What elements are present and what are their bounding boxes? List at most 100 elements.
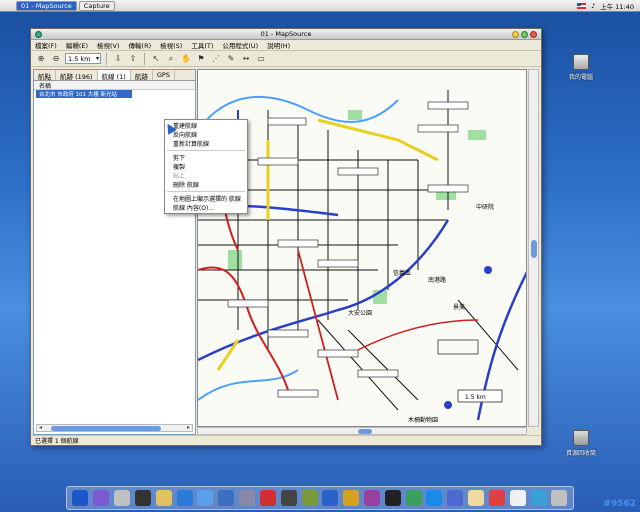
maximize-button[interactable] (521, 30, 528, 38)
app-icon[interactable] (364, 490, 380, 506)
route-shield-icon (444, 401, 452, 409)
clock[interactable]: 上午 11:40 (600, 1, 634, 11)
list-item-selected[interactable]: 台北市 市政府 101 大樓 新光站 (36, 90, 132, 98)
map-vertical-scrollbar[interactable] (528, 69, 539, 427)
recycle-bin-icon[interactable]: 資源回收筒 (556, 430, 606, 457)
measure-tool-icon[interactable]: ▭ (255, 53, 267, 65)
toolbar: ⊕ ⊖ 1.5 km ⇩ ⇧ ↖ ⌕ ✋ ⚑ ⋰ ✎ ↔ ▭ (31, 51, 541, 67)
quicktime-icon[interactable] (218, 490, 235, 506)
map-label: 景美 (453, 304, 466, 311)
trash-dock-icon[interactable] (551, 490, 568, 506)
scroll-thumb[interactable] (531, 240, 537, 258)
iphoto-icon[interactable] (155, 490, 172, 506)
status-bar: 已選擇 1 個航線 (31, 435, 541, 445)
calendar-icon[interactable] (488, 490, 505, 506)
menu-view[interactable]: 檢視(V) (97, 40, 120, 50)
distance-tool-icon[interactable]: ↔ (240, 53, 252, 65)
send-to-device-icon[interactable]: ⇧ (127, 53, 139, 65)
menu-item-paste: 貼上 (173, 173, 186, 180)
clock-icon[interactable] (509, 490, 526, 506)
menu-item-cut[interactable]: 剪下 (165, 153, 247, 162)
toolbar-separator (144, 52, 145, 65)
preview-icon[interactable] (114, 490, 131, 506)
map-label: 木柵動物園 (408, 417, 439, 424)
imovie-icon[interactable] (134, 490, 151, 506)
hand-tool-icon[interactable]: ✋ (180, 53, 192, 65)
menu-item-recalc-route[interactable]: 重新計算航線 (165, 139, 247, 148)
waypoint-tool-icon[interactable]: ⚑ (195, 53, 207, 65)
map-label: 大安公園 (348, 310, 373, 317)
menu-item-delete-route[interactable]: 刪除 航線 (165, 180, 247, 189)
tab-tracks[interactable]: 航跡 (196) (56, 70, 98, 81)
taskbar-tab-capture[interactable]: Capture (78, 0, 115, 11)
route-label-boxes (227, 101, 469, 398)
scroll-right-icon[interactable]: ▸ (187, 424, 190, 431)
info-icon[interactable] (426, 490, 443, 506)
my-computer-icon[interactable]: 我的電腦 (556, 54, 606, 81)
menu-item-rebuild-route[interactable]: 重建航線 (165, 121, 247, 130)
script-icon[interactable] (343, 490, 360, 506)
taskbar-tab-mapsource[interactable]: 01 - MapSource (16, 0, 77, 11)
menu-help[interactable]: 說明(H) (267, 40, 290, 50)
scroll-left-icon[interactable]: ◂ (39, 424, 42, 431)
zoom-in-icon[interactable]: ⊕ (35, 53, 47, 65)
menu-transfer[interactable]: 傳輸(R) (129, 40, 152, 50)
scroll-thumb[interactable] (358, 429, 372, 434)
mapsource-app-icon (35, 30, 42, 38)
menu-item-properties[interactable]: 航線 內容(O)... (165, 203, 247, 212)
window-titlebar[interactable]: 01 - MapSource (31, 29, 541, 40)
zoom-tool-icon[interactable]: ⌕ (165, 53, 177, 65)
tab-routes[interactable]: 航線 (1) (97, 70, 131, 81)
menu-utilities[interactable]: 公用程式(U) (222, 40, 258, 50)
menu-edit[interactable]: 編輯(E) (66, 40, 88, 50)
zoom-select[interactable]: 1.5 km (65, 53, 101, 64)
watermark-text: #9562 (603, 499, 636, 509)
app-icon[interactable] (384, 490, 401, 506)
map-label: 中研院 (476, 204, 495, 211)
us-flag-icon[interactable] (577, 2, 587, 9)
info-box (437, 339, 479, 355)
panel-horizontal-scrollbar[interactable]: ◂ ▸ (36, 424, 193, 432)
dvd-icon[interactable] (280, 490, 297, 506)
speaker-icon[interactable]: ♪ (591, 2, 595, 10)
app-icon[interactable] (405, 490, 422, 506)
tab-gps[interactable]: GPS (153, 70, 175, 80)
recycle-bin-label: 資源回收筒 (565, 450, 596, 457)
track-tool-icon[interactable]: ✎ (225, 53, 237, 65)
route-tool-icon[interactable]: ⋰ (210, 53, 222, 65)
finder-icon[interactable] (72, 490, 89, 506)
menu-tools[interactable]: 工具(T) (191, 40, 213, 50)
minimize-button[interactable] (512, 30, 519, 38)
menu-separator (167, 191, 245, 192)
mapsource-window: 01 - MapSource 檔案(F) 編輯(E) 檢視(V) 傳輸(R) 檢… (30, 28, 542, 446)
mail-icon[interactable] (93, 490, 110, 506)
safari-icon[interactable] (197, 490, 214, 506)
menu-item-reverse-route[interactable]: 反向航線 (165, 130, 247, 139)
select-tool-icon[interactable]: ↖ (150, 53, 162, 65)
highway-road (198, 219, 450, 362)
menu-view2[interactable]: 檢視(S) (160, 40, 182, 50)
menu-item-copy[interactable]: 複製 (165, 162, 247, 171)
receive-from-device-icon[interactable]: ⇩ (112, 53, 124, 65)
map-label: 信義區 (393, 270, 412, 277)
column-header-name[interactable]: 名稱 (34, 81, 195, 90)
tab-tracks2[interactable]: 航跡 (131, 70, 153, 81)
ie-icon[interactable] (176, 490, 193, 506)
app-icon[interactable] (530, 490, 547, 506)
word-icon[interactable] (239, 490, 256, 506)
toolbar-separator (106, 52, 107, 65)
scroll-thumb[interactable] (51, 426, 161, 431)
map-horizontal-scrollbar[interactable] (197, 427, 527, 435)
app-icon[interactable] (468, 490, 485, 506)
park-area (468, 130, 486, 140)
close-button[interactable] (530, 30, 537, 38)
menu-item-show-on-map[interactable]: 在地圖上顯示選擇的 航線 (165, 194, 247, 203)
map-scale-label: 1.5 km (465, 394, 486, 401)
zoom-out-icon[interactable]: ⊖ (50, 53, 62, 65)
app-icon[interactable] (447, 490, 464, 506)
app-icon[interactable] (322, 490, 339, 506)
menu-file[interactable]: 檔案(F) (35, 40, 57, 50)
tab-waypoints[interactable]: 航點 (34, 70, 56, 81)
stop-icon[interactable] (259, 490, 276, 506)
app-icon[interactable] (301, 490, 318, 506)
